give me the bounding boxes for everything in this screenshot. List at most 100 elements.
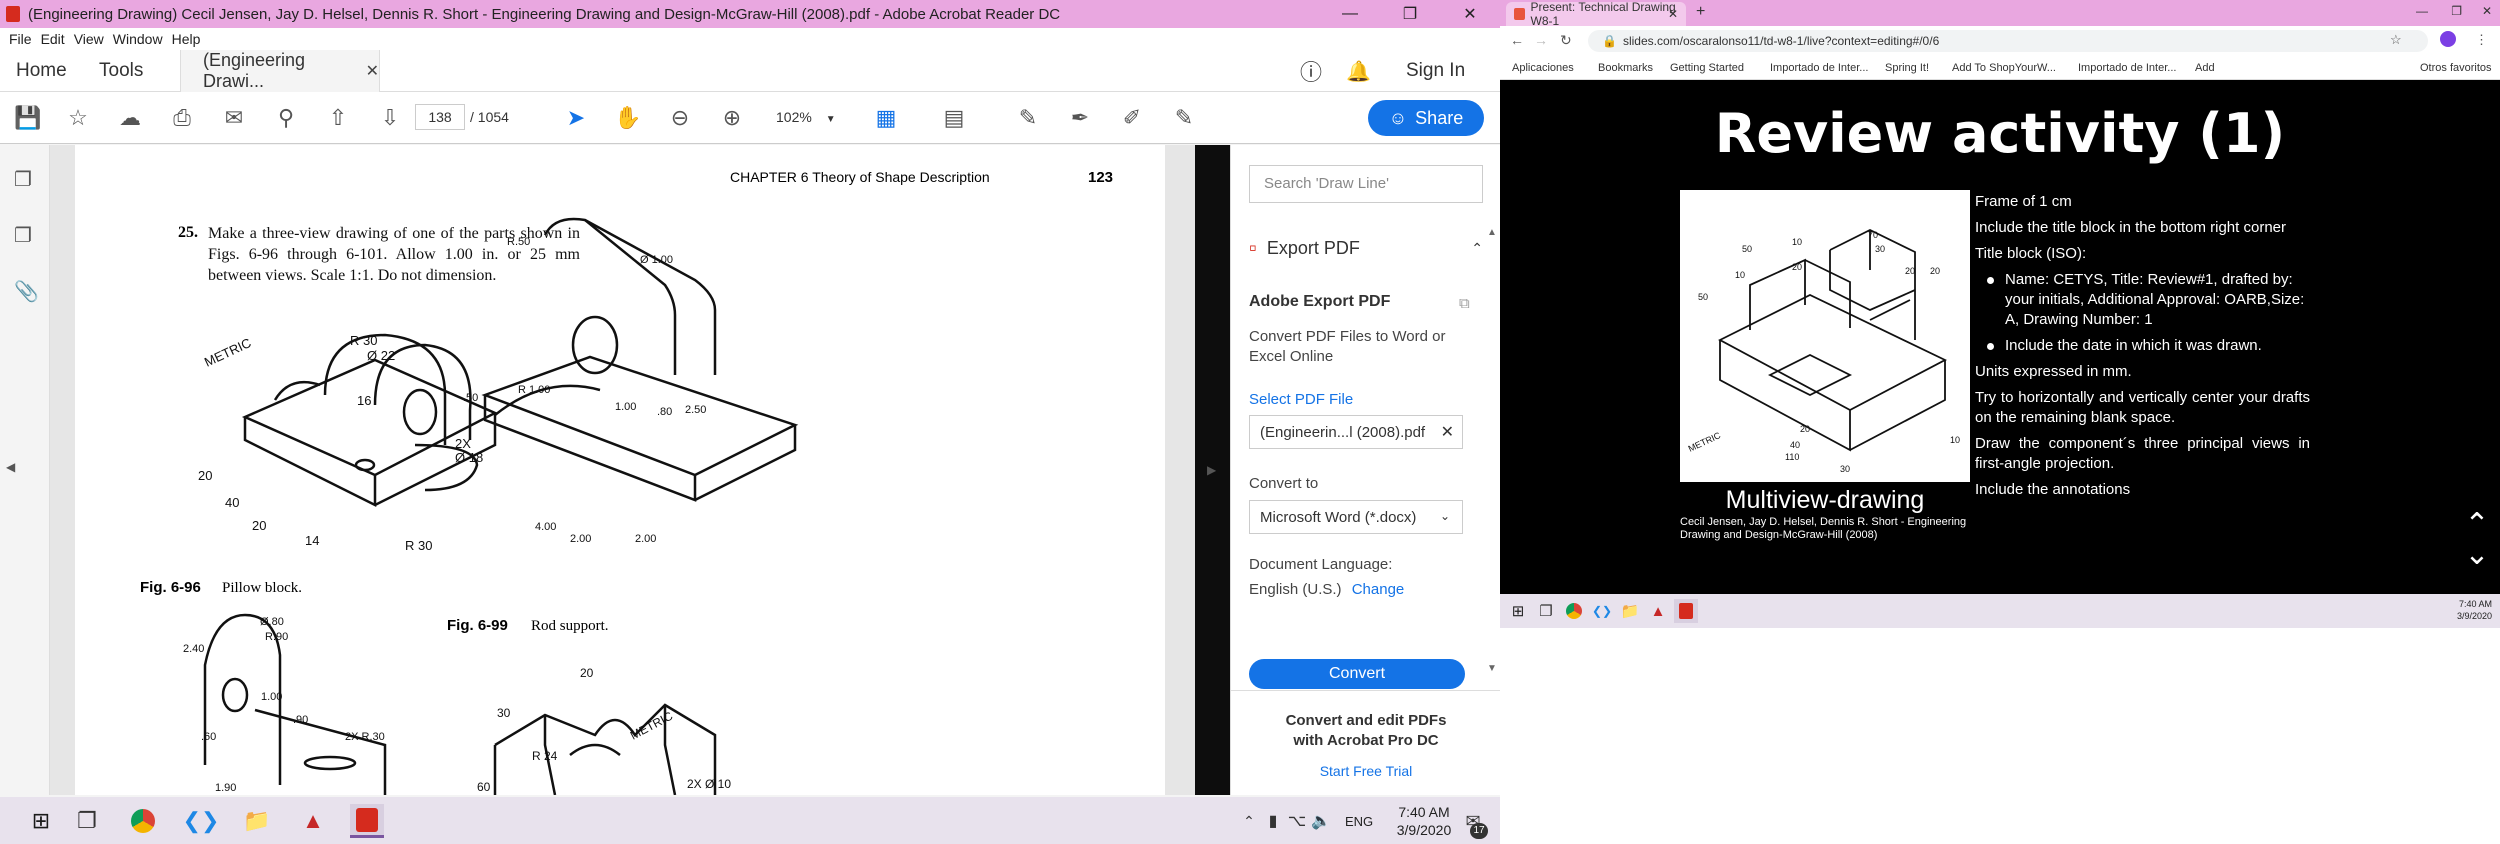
profile-avatar[interactable]: [2440, 31, 2456, 47]
task-view-icon[interactable]: ❐: [70, 804, 104, 838]
windows-start-icon-2[interactable]: ⊞: [1506, 599, 1530, 623]
fill-sign-icon[interactable]: ✎: [1170, 104, 1198, 132]
expand-left-icon[interactable]: ◀: [6, 460, 30, 484]
bookmark-icon[interactable]: ❐: [14, 223, 38, 247]
bookmark-star-icon[interactable]: ☆: [2390, 32, 2402, 48]
acrobat-taskbar-icon[interactable]: [350, 804, 384, 838]
menu-help[interactable]: Help: [172, 31, 201, 47]
back-icon[interactable]: ←: [1510, 32, 1524, 48]
minimize-button[interactable]: —: [1320, 0, 1380, 28]
acrobat-taskbar-icon-2[interactable]: [1674, 599, 1698, 623]
browser-menu-icon[interactable]: ⋮: [2475, 32, 2488, 48]
page-up-icon[interactable]: ⇧: [324, 104, 352, 132]
change-language-link[interactable]: Change: [1352, 581, 1405, 598]
reload-icon[interactable]: ↻: [1560, 32, 1572, 49]
print-icon[interactable]: ⎙: [168, 104, 196, 132]
gaming-app-icon-2[interactable]: ▲: [1646, 599, 1670, 623]
menu-file[interactable]: File: [9, 31, 32, 47]
tab-home[interactable]: Home: [16, 50, 67, 92]
attachment-icon[interactable]: 📎: [14, 279, 39, 303]
page-number-input[interactable]: 138: [415, 104, 465, 130]
input-language[interactable]: ENG: [1345, 814, 1373, 829]
expand-right-icon[interactable]: ▶: [1207, 463, 1216, 477]
highlight-pen-icon[interactable]: ✒: [1066, 104, 1094, 132]
vscode-icon[interactable]: ❮❯: [183, 804, 220, 838]
zoom-out-icon[interactable]: ⊖: [666, 104, 694, 132]
volume-icon[interactable]: 🔈: [1304, 804, 1338, 838]
clear-file-icon[interactable]: ✕: [1441, 422, 1454, 442]
chrome-icon-2[interactable]: [1562, 599, 1586, 623]
page-down-icon[interactable]: ⇩: [376, 104, 404, 132]
instr-title-block: Include the title block in the bottom ri…: [1975, 219, 2287, 236]
clock-date: 3/9/2020: [1396, 822, 1452, 838]
exercise-number: 25.: [178, 224, 198, 241]
menu-edit[interactable]: Edit: [41, 31, 65, 47]
bookmark-importado-2[interactable]: Importado de Inter...: [2078, 62, 2176, 74]
sign-pen-icon[interactable]: ✐: [1118, 104, 1146, 132]
system-clock[interactable]: 7:40 AM 3/9/2020: [1394, 803, 1454, 839]
pane-scroll-up-icon[interactable]: ▲: [1487, 227, 1497, 238]
slide-prev-icon[interactable]: ⌃: [2460, 510, 2494, 540]
save-icon[interactable]: 💾: [14, 104, 42, 132]
bell-icon[interactable]: 🔔: [1346, 50, 1371, 92]
close-button[interactable]: ✕: [1440, 0, 1500, 28]
bookmark-spring-it[interactable]: Spring It!: [1885, 62, 1929, 74]
zoom-in-icon[interactable]: ⊕: [718, 104, 746, 132]
pages-thumbnail-icon[interactable]: ❐: [14, 167, 38, 191]
menu-view[interactable]: View: [74, 31, 104, 47]
bookmark-otros-favoritos[interactable]: Otros favoritos: [2420, 62, 2492, 74]
bookmark-bookmarks[interactable]: Bookmarks: [1598, 62, 1653, 74]
pane-scroll-down-icon[interactable]: ▼: [1487, 663, 1497, 674]
file-explorer-icon[interactable]: 📁: [240, 804, 274, 838]
acrobat-tab-bar: Home Tools (Engineering Drawi... ✕ ⓘ 🔔 S…: [0, 50, 1500, 92]
slide-next-icon[interactable]: ⌄: [2460, 540, 2494, 570]
chevron-up-icon[interactable]: ⌃: [1471, 240, 1483, 257]
star-icon[interactable]: ☆: [64, 104, 92, 132]
zoom-level-select[interactable]: 102% ▼: [762, 104, 842, 130]
chrome-icon[interactable]: [126, 804, 160, 838]
task-view-icon-2[interactable]: ❐: [1534, 599, 1558, 623]
vscode-icon-2[interactable]: ❮❯: [1590, 599, 1614, 623]
mail-icon[interactable]: ✉: [220, 104, 248, 132]
bookmark-importado-1[interactable]: Importado de Inter...: [1770, 62, 1868, 74]
url-field[interactable]: 🔒 slides.com/oscaralonso11/td-w8-1/live?c…: [1588, 30, 2428, 52]
bookmark-shopyourway[interactable]: Add To ShopYourW...: [1952, 62, 2056, 74]
second-clock[interactable]: 7:40 AM 3/9/2020: [2457, 598, 2492, 622]
help-icon[interactable]: ⓘ: [1300, 50, 1322, 92]
zoom-search-icon[interactable]: ⚲: [272, 104, 300, 132]
hand-tool-icon[interactable]: ✋: [614, 104, 642, 132]
tab-document[interactable]: (Engineering Drawi... ✕: [180, 50, 380, 92]
select-cursor-icon[interactable]: ➤: [562, 104, 590, 132]
fit-page-icon[interactable]: ▦: [872, 104, 900, 132]
menu-window[interactable]: Window: [113, 31, 163, 47]
comment-icon[interactable]: ✎: [1014, 104, 1042, 132]
browser-minimize-button[interactable]: —: [2416, 4, 2428, 18]
browser-restore-button[interactable]: ❐: [2451, 4, 2462, 18]
file-explorer-icon-2[interactable]: 📁: [1618, 599, 1642, 623]
select-pdf-file-link[interactable]: Select PDF File: [1249, 391, 1353, 408]
sign-in-link[interactable]: Sign In: [1406, 50, 1465, 92]
bookmark-aplicaciones[interactable]: Aplicaciones: [1512, 62, 1574, 74]
start-trial-link[interactable]: Start Free Trial: [1231, 763, 1500, 779]
scroll-mode-icon[interactable]: ▤: [940, 104, 968, 132]
close-tab-icon[interactable]: ✕: [366, 61, 379, 81]
share-button[interactable]: ☺ Share: [1368, 100, 1484, 136]
close-browser-tab-icon[interactable]: ✕: [1668, 7, 1678, 21]
bookmark-add[interactable]: Add: [2195, 62, 2215, 74]
upload-cloud-icon[interactable]: ☁: [116, 104, 144, 132]
browser-close-button[interactable]: ✕: [2482, 4, 2492, 18]
bookmark-getting-started[interactable]: Getting Started: [1670, 62, 1744, 74]
gaming-app-icon[interactable]: ▲: [296, 804, 330, 838]
tools-search-input[interactable]: Search 'Draw Line': [1249, 165, 1483, 203]
format-select[interactable]: Microsoft Word (*.docx) ⌄: [1249, 500, 1463, 534]
new-tab-icon[interactable]: +: [1696, 3, 1705, 21]
convert-button[interactable]: Convert: [1249, 659, 1465, 689]
export-pdf-header[interactable]: ▫ Export PDF ⌃: [1249, 233, 1483, 263]
selected-file-field[interactable]: (Engineerin...l (2008).pdf ✕: [1249, 415, 1463, 449]
restore-button[interactable]: ❐: [1380, 0, 1440, 28]
dim-r30b: R 30: [405, 538, 432, 553]
tab-tools[interactable]: Tools: [99, 50, 143, 92]
windows-start-icon[interactable]: ⊞: [24, 804, 58, 838]
browser-tab[interactable]: Present: Technical Drawing W8-1 ✕: [1506, 0, 1686, 28]
forward-icon[interactable]: →: [1534, 32, 1548, 48]
